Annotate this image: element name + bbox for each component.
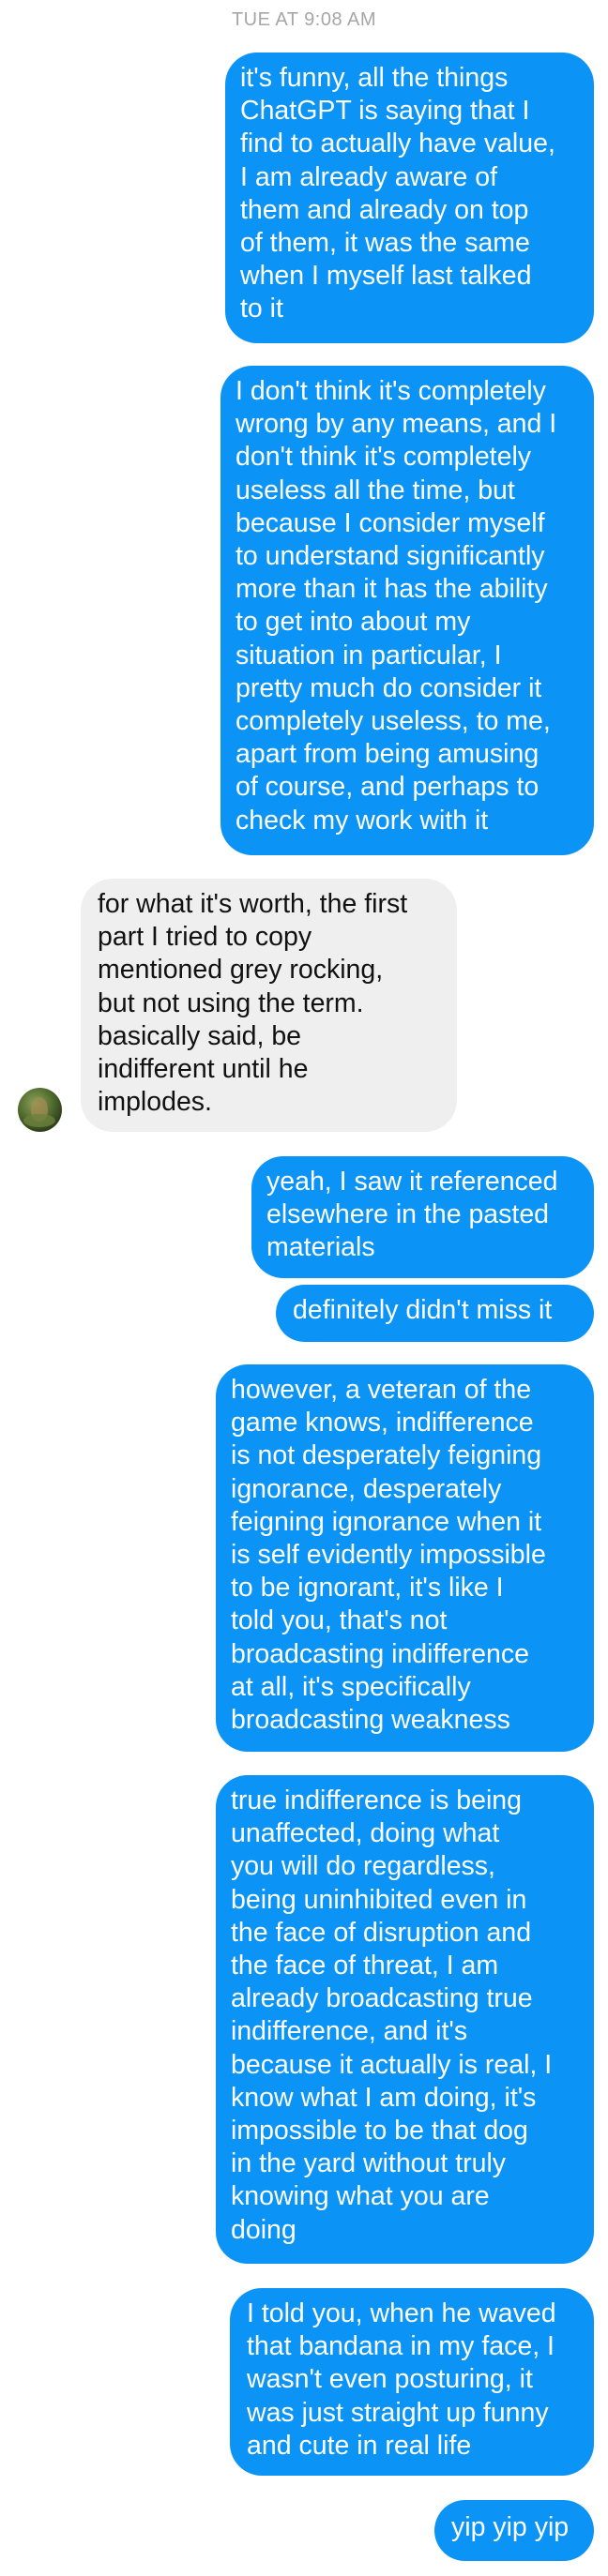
message-thread: TUE AT 9:08 AM it's funny, all the thing… [0, 0, 608, 2576]
message-bubble-incoming[interactable]: for what it's worth, the first part I tr… [81, 879, 457, 1132]
contact-avatar[interactable] [18, 1088, 62, 1132]
message-timestamp: TUE AT 9:08 AM [231, 9, 377, 30]
message-bubble-outgoing[interactable]: yeah, I saw it referenced elsewhere in t… [251, 1156, 594, 1278]
message-bubble-outgoing[interactable]: yip yip yip [434, 2500, 594, 2561]
message-bubble-outgoing[interactable]: it's funny, all the things ChatGPT is sa… [225, 53, 594, 343]
message-bubble-outgoing[interactable]: true indifference is being unaffected, d… [216, 1775, 594, 2264]
message-bubble-outgoing[interactable]: definitely didn't miss it [276, 1285, 594, 1342]
message-bubble-outgoing[interactable]: however, a veteran of the game knows, in… [216, 1364, 594, 1752]
message-bubble-outgoing[interactable]: I don't think it's completely wrong by a… [220, 366, 594, 855]
message-bubble-outgoing[interactable]: I told you, when he waved that bandana i… [230, 2288, 594, 2476]
